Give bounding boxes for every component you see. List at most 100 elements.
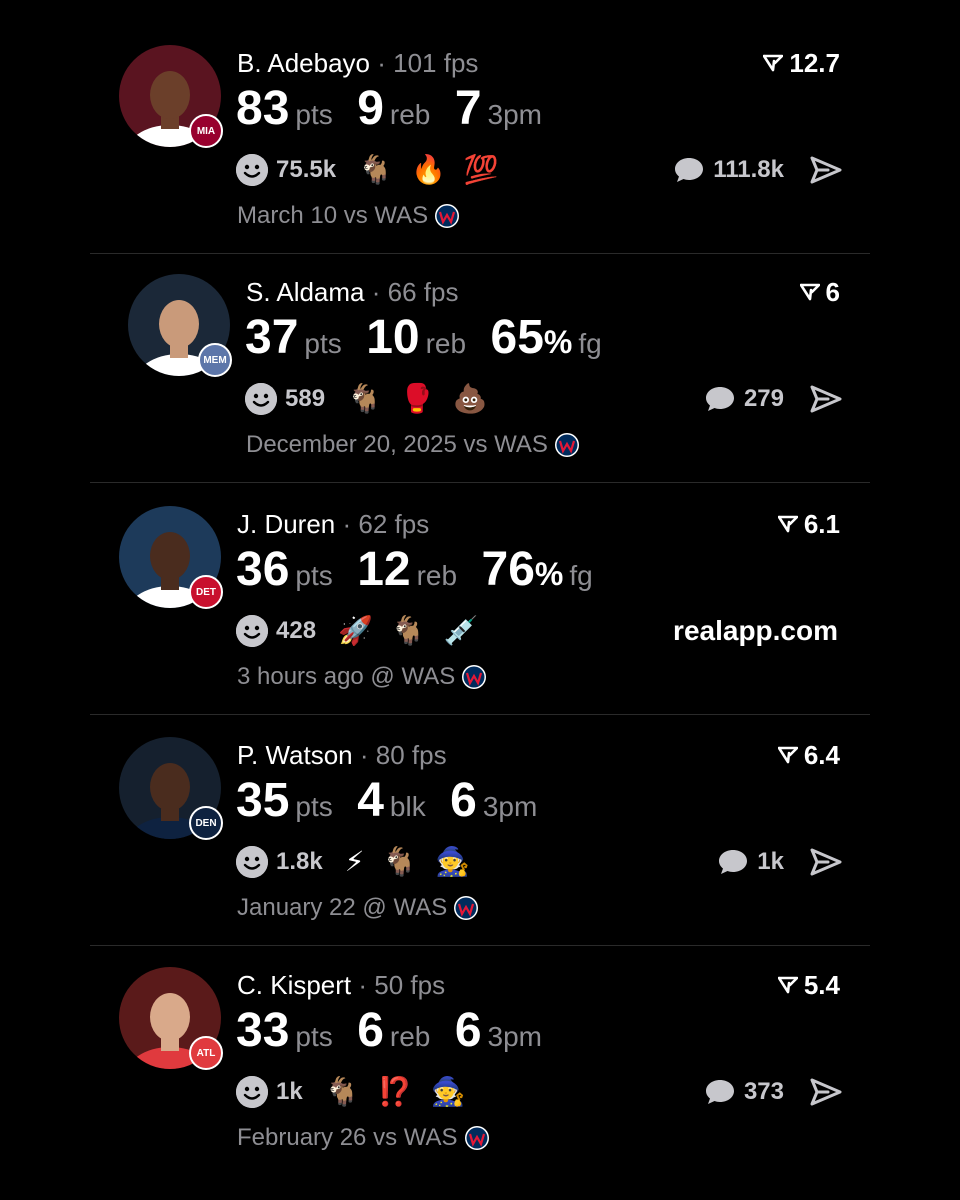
smiley-reaction-icon[interactable] — [245, 383, 277, 415]
fps-score: · 80 fps — [359, 740, 447, 770]
rating-icon — [799, 283, 820, 301]
stat-value: 76 — [481, 543, 535, 596]
comments[interactable]: 111.8k — [673, 152, 784, 188]
stat-value: 65 — [490, 311, 544, 364]
rating-icon — [777, 746, 798, 764]
share-icon[interactable] — [808, 152, 844, 188]
player-name[interactable]: S. Aldama — [246, 277, 365, 307]
post-card[interactable]: MEM S. Aldama · 66 fps 6 37 pts 10 reb 65%… — [0, 229, 960, 483]
wizards-logo-icon — [435, 204, 460, 228]
comments[interactable]: 373 — [704, 1074, 784, 1110]
stat: 36 pts — [236, 544, 333, 607]
stat-unit: reb — [425, 328, 467, 359]
post-card[interactable]: MIA B. Adebayo · 101 fps 12.7 83 pts 9 reb… — [0, 0, 960, 254]
reaction-emoji[interactable]: 🐐 — [382, 844, 417, 880]
player-name-line: P. Watson · 80 fps — [237, 740, 447, 770]
reaction-emoji[interactable]: 🐐 — [391, 613, 426, 649]
comments[interactable]: 1k — [717, 844, 784, 880]
reaction-emoji[interactable]: 🔥 — [411, 152, 446, 188]
fps-score: · 101 fps — [377, 48, 479, 78]
stat-value: 9 — [357, 82, 384, 135]
game-date: February 26 vs WAS — [237, 1124, 458, 1151]
stat: 37 pts — [245, 312, 342, 375]
reactions-row: 75.5k 🐐 🔥 💯 — [236, 152, 517, 188]
stat-value: 36 — [236, 543, 290, 596]
stat: 83 pts — [236, 83, 333, 146]
reaction-emoji[interactable]: 💩 — [453, 381, 488, 417]
stat-value: 10 — [366, 311, 420, 364]
smiley-reaction-icon[interactable] — [236, 154, 268, 186]
smiley-reaction-icon[interactable] — [236, 1076, 268, 1108]
share-icon[interactable] — [808, 381, 844, 417]
stat-value: 7 — [454, 82, 482, 135]
stat-unit: fg — [569, 560, 593, 591]
stat: 6 reb — [357, 1005, 430, 1068]
stat: 6 3pm — [455, 1005, 542, 1068]
reaction-emoji[interactable]: 🧙 — [430, 1074, 465, 1110]
reaction-emoji[interactable]: 🚀 — [338, 613, 373, 649]
comments[interactable]: 279 — [704, 381, 784, 417]
player-name[interactable]: B. Adebayo — [237, 48, 370, 78]
reaction-count: 428 — [276, 617, 317, 644]
reaction-emoji[interactable]: 🧙 — [435, 844, 470, 880]
stat-unit: pts — [295, 560, 333, 591]
reaction-emoji[interactable]: 🐐 — [325, 1074, 360, 1110]
reactions-row: 1.8k ⚡ 🐐 🧙 — [236, 844, 488, 880]
stat: 9 reb — [357, 83, 430, 146]
fps-score: · 66 fps — [371, 277, 459, 307]
rating: 5.4 — [777, 970, 840, 1000]
rating-icon — [777, 515, 798, 533]
stat-line: 37 pts 10 reb 65% fg — [245, 312, 622, 375]
share-icon[interactable] — [808, 1074, 844, 1110]
reaction-emoji[interactable]: ⁉️ — [378, 1074, 413, 1110]
stat: 6 3pm — [450, 775, 537, 838]
game-date: March 10 vs WAS — [237, 202, 429, 229]
comment-icon — [705, 1080, 734, 1104]
stat-unit: 3pm — [487, 1021, 542, 1052]
stat-value: 6 — [450, 774, 477, 827]
stat-percent-sign: % — [543, 324, 573, 360]
reaction-emoji[interactable]: 🥊 — [400, 381, 435, 417]
stat: 76% fg — [482, 544, 593, 607]
game-date-line: January 22 @ WAS — [237, 894, 479, 922]
share-icon[interactable] — [808, 844, 844, 880]
reaction-emoji[interactable]: 💯 — [464, 152, 499, 188]
post-card[interactable]: DET J. Duren · 62 fps 6.1 36 pts 12 reb 76… — [0, 461, 960, 715]
reaction-emoji[interactable]: 🐐 — [347, 381, 382, 417]
comment-icon — [705, 387, 734, 411]
watermark-text: realapp.com — [673, 615, 838, 646]
player-name-line: J. Duren · 62 fps — [237, 509, 429, 539]
reactions-row: 589 🐐 🥊 💩 — [245, 381, 506, 417]
comment-count: 279 — [743, 385, 784, 412]
player-name[interactable]: J. Duren — [237, 509, 335, 539]
smiley-reaction-icon[interactable] — [236, 846, 268, 878]
post-card[interactable]: ATL C. Kispert · 50 fps 5.4 33 pts 6 reb 6… — [0, 922, 960, 1152]
player-name[interactable]: P. Watson — [237, 740, 353, 770]
game-date-line: 3 hours ago @ WAS — [237, 663, 487, 691]
player-name-line: S. Aldama · 66 fps — [246, 277, 458, 307]
reaction-count: 589 — [285, 385, 326, 412]
reaction-emoji[interactable]: 🐐 — [358, 152, 393, 188]
player-name[interactable]: C. Kispert — [237, 970, 351, 1000]
stat: 65% fg — [491, 312, 602, 375]
reaction-count: 1k — [276, 1078, 303, 1105]
stat: 4 blk — [357, 775, 426, 838]
smiley-reaction-icon[interactable] — [236, 615, 268, 647]
rating-icon — [777, 976, 798, 994]
rating: 6.1 — [777, 509, 840, 539]
reaction-emoji[interactable]: 💉 — [444, 613, 479, 649]
fps-score: · 62 fps — [342, 509, 430, 539]
comment-icon — [719, 850, 748, 874]
comment-icon — [675, 158, 704, 182]
stat-line: 83 pts 9 reb 7 3pm — [236, 83, 562, 146]
stat-value: 83 — [236, 82, 290, 135]
stat-percent-sign: % — [534, 556, 564, 592]
team-logo-icon: DEN — [189, 806, 223, 840]
wizards-logo-icon — [462, 665, 487, 689]
team-logo-icon: ATL — [189, 1036, 223, 1070]
reaction-emoji[interactable]: ⚡ — [345, 844, 365, 880]
stat-unit: pts — [295, 1021, 333, 1052]
post-card[interactable]: DEN P. Watson · 80 fps 6.4 35 pts 4 blk 63… — [0, 692, 960, 946]
stat-value: 4 — [357, 774, 384, 827]
stat-line: 33 pts 6 reb 6 3pm — [236, 1005, 562, 1068]
